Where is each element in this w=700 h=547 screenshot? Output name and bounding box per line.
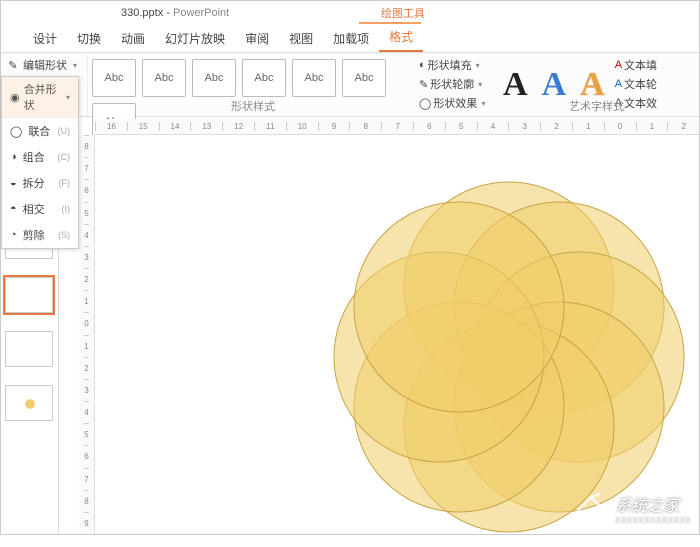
shape-fill-label: 形状填充 — [428, 57, 472, 73]
menu-bar: 设计 切换 动画 幻灯片放映 审阅 视图 加载项 格式 — [1, 25, 699, 53]
shape-style-preset[interactable]: Abc — [142, 59, 186, 97]
merge-shapes-dropdown: ◉合并形状▾ ◯联合(U) ◑组合(C) ◒拆分(F) ◓相交(I) ◔剪除(S… — [1, 76, 79, 249]
shape-style-preset[interactable]: Abc — [342, 59, 386, 97]
merge-intersect[interactable]: ◓相交(I) — [2, 196, 78, 222]
text-outline-label: 文本轮 — [624, 76, 657, 92]
fragment-icon: ◒ — [10, 177, 17, 189]
slide-thumb-4[interactable] — [5, 385, 53, 421]
merge-header-label: 合并形状 — [24, 81, 60, 113]
chevron-down-icon: ▾ — [66, 93, 70, 102]
edit-shape-icon: ✎ — [7, 59, 19, 71]
slide-thumb-3[interactable] — [5, 331, 53, 367]
shape-style-preset[interactable]: Abc — [192, 59, 236, 97]
shape-style-preset[interactable]: Abc — [92, 59, 136, 97]
mini-shape — [18, 394, 42, 414]
subtract-icon: ◔ — [10, 229, 17, 241]
shape-fill-button[interactable]: ◐形状填充 ▾ — [419, 57, 491, 73]
horizontal-ruler: 16151413121110987654321012 — [95, 119, 699, 135]
shape-style-preset[interactable]: Abc — [242, 59, 286, 97]
merge-item-label: 组合 — [23, 149, 45, 165]
house-icon — [573, 490, 609, 526]
chevron-down-icon: ▾ — [478, 80, 482, 89]
chevron-down-icon: ▾ — [481, 99, 485, 108]
tab-transitions[interactable]: 切换 — [67, 25, 111, 52]
merge-subtract[interactable]: ◔剪除(S) — [2, 222, 78, 248]
ribbon: ✎ 编辑形状▾ ▭ 文本框▾ Abc Abc Abc Abc Abc Abc A… — [1, 53, 699, 117]
title-bar: 330.pptx - PowerPoint 绘图工具 — [1, 1, 699, 25]
app-name: PowerPoint — [173, 7, 229, 19]
merge-combine[interactable]: ◑组合(C) — [2, 144, 78, 170]
merge-item-label: 剪除 — [23, 227, 45, 243]
combine-icon: ◑ — [10, 151, 17, 163]
wordart-group-label: 艺术字样式 — [569, 98, 624, 114]
bucket-icon: ◐ — [419, 59, 426, 71]
tab-slideshow[interactable]: 幻灯片放映 — [155, 25, 235, 52]
shape-outline-button[interactable]: ✎形状轮廓 ▾ — [419, 76, 491, 92]
wordart-preset-1[interactable]: A — [503, 66, 528, 104]
wordart-preset-2[interactable]: A — [542, 66, 567, 104]
merge-item-label: 相交 — [23, 201, 45, 217]
merge-fragment[interactable]: ◒拆分(F) — [2, 170, 78, 196]
text-outline-button[interactable]: A文本轮 — [615, 76, 671, 92]
tab-review[interactable]: 审阅 — [235, 25, 279, 52]
slide-canvas[interactable] — [95, 135, 699, 534]
edit-shape-button[interactable]: ✎ 编辑形状 ▾ — [7, 57, 81, 73]
shape-style-preset[interactable]: Abc — [292, 59, 336, 97]
merge-item-label: 拆分 — [23, 175, 45, 191]
edit-shape-label: 编辑形状 — [23, 57, 67, 73]
intersect-icon: ◓ — [10, 203, 17, 215]
watermark-sub: XXXXXXXXXXXXX — [615, 516, 691, 525]
tab-view[interactable]: 视图 — [279, 25, 323, 52]
watermark: 系统之家 XXXXXXXXXXXXX — [573, 490, 691, 526]
tab-design[interactable]: 设计 — [23, 25, 67, 52]
text-effects-label: 文本效 — [624, 95, 657, 111]
shape-outline-label: 形状轮廓 — [430, 76, 474, 92]
merge-shapes-header[interactable]: ◉ 合并形状 ▾ — [2, 77, 78, 118]
pen-icon: ✎ — [419, 78, 428, 91]
text-fill-label: 文本填 — [624, 57, 657, 73]
shape-fill-group: ◐形状填充▾ ✎形状轮廓▾ ◯形状效果▾ — [415, 53, 495, 116]
effects-icon: ◯ — [419, 97, 431, 110]
contextual-underline — [359, 22, 421, 24]
slide-thumb-2[interactable] — [5, 277, 53, 313]
contextual-tool-label: 绘图工具 — [381, 5, 425, 21]
tab-animations[interactable]: 动画 — [111, 25, 155, 52]
merge-item-label: 联合 — [28, 123, 50, 139]
watermark-text: 系统之家 — [615, 492, 691, 516]
vertical-ruler: 876543210123456789 — [79, 135, 95, 534]
merge-icon: ◉ — [10, 91, 20, 104]
union-icon: ◯ — [10, 125, 22, 138]
merge-union[interactable]: ◯联合(U) — [2, 118, 78, 144]
text-fill-icon: A — [615, 59, 622, 71]
chevron-down-icon: ▾ — [476, 61, 480, 70]
slide-thumbnails — [1, 217, 59, 534]
tab-format[interactable]: 格式 — [379, 23, 423, 52]
shape-styles-group-label: 形状样式 — [231, 98, 275, 114]
text-outline-icon: A — [615, 78, 622, 90]
shape-effects-label: 形状效果 — [433, 95, 477, 111]
tab-addins[interactable]: 加载项 — [323, 25, 379, 52]
shape-effects-button[interactable]: ◯形状效果 ▾ — [419, 95, 491, 111]
chevron-down-icon: ▾ — [73, 61, 77, 70]
text-fill-button[interactable]: A文本填 — [615, 57, 671, 73]
filename: 330.pptx — [121, 7, 163, 19]
